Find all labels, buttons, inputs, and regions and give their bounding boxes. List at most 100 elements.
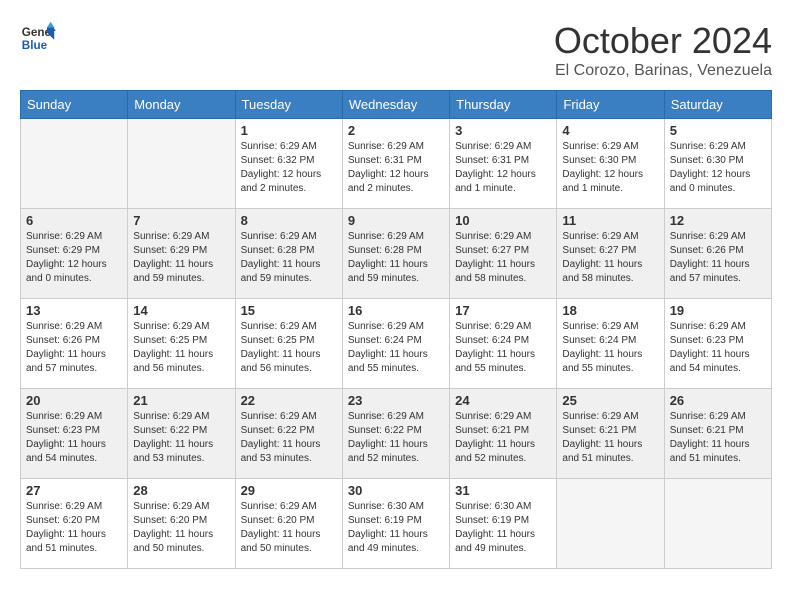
day-detail: Sunrise: 6:29 AM Sunset: 6:22 PM Dayligh… (241, 410, 337, 466)
calendar-cell (128, 119, 235, 209)
day-number: 23 (348, 393, 444, 408)
calendar-cell: 14 Sunrise: 6:29 AM Sunset: 6:25 PM Dayli… (128, 299, 235, 389)
day-detail: Sunrise: 6:29 AM Sunset: 6:26 PM Dayligh… (26, 320, 122, 376)
calendar-cell: 27Sunrise: 6:29 AM Sunset: 6:20 PM Dayli… (21, 479, 128, 569)
calendar-cell: 6Sunrise: 6:29 AM Sunset: 6:29 PM Daylig… (21, 209, 128, 299)
day-number: 9 (348, 213, 444, 228)
calendar-week-row: 20Sunrise: 6:29 AM Sunset: 6:23 PM Dayli… (21, 389, 772, 479)
col-header-wednesday: Wednesday (342, 91, 449, 119)
day-number: 3 (455, 123, 551, 138)
day-detail: Sunrise: 6:29 AM Sunset: 6:30 PM Dayligh… (562, 140, 658, 196)
calendar-cell: 28 Sunrise: 6:29 AM Sunset: 6:20 PM Dayli… (128, 479, 235, 569)
day-detail: Sunrise: 6:29 AM Sunset: 6:31 PM Dayligh… (348, 140, 444, 196)
day-number: 14 (133, 303, 229, 318)
calendar-cell: 1 Sunrise: 6:29 AM Sunset: 6:32 PM Daylig… (235, 119, 342, 209)
day-number: 10 (455, 213, 551, 228)
calendar-cell: 30 Sunrise: 6:30 AM Sunset: 6:19 PM Dayli… (342, 479, 449, 569)
calendar-cell: 4 Sunrise: 6:29 AM Sunset: 6:30 PM Daylig… (557, 119, 664, 209)
day-number: 24 (455, 393, 551, 408)
calendar-week-row: 27Sunrise: 6:29 AM Sunset: 6:20 PM Dayli… (21, 479, 772, 569)
col-header-sunday: Sunday (21, 91, 128, 119)
day-detail: Sunrise: 6:29 AM Sunset: 6:31 PM Dayligh… (455, 140, 551, 196)
day-detail: Sunrise: 6:29 AM Sunset: 6:20 PM Dayligh… (26, 500, 122, 556)
calendar-cell: 2 Sunrise: 6:29 AM Sunset: 6:31 PM Daylig… (342, 119, 449, 209)
day-number: 25 (562, 393, 658, 408)
day-detail: Sunrise: 6:29 AM Sunset: 6:32 PM Dayligh… (241, 140, 337, 196)
day-number: 1 (241, 123, 337, 138)
col-header-tuesday: Tuesday (235, 91, 342, 119)
day-detail: Sunrise: 6:29 AM Sunset: 6:29 PM Dayligh… (26, 230, 122, 286)
day-number: 22 (241, 393, 337, 408)
calendar-cell: 10 Sunrise: 6:29 AM Sunset: 6:27 PM Dayli… (450, 209, 557, 299)
day-detail: Sunrise: 6:29 AM Sunset: 6:24 PM Dayligh… (562, 320, 658, 376)
calendar-cell: 13 Sunrise: 6:29 AM Sunset: 6:26 PM Dayli… (21, 299, 128, 389)
day-detail: Sunrise: 6:29 AM Sunset: 6:21 PM Dayligh… (670, 410, 766, 466)
day-detail: Sunrise: 6:29 AM Sunset: 6:20 PM Dayligh… (133, 500, 229, 556)
day-number: 2 (348, 123, 444, 138)
calendar-cell: 8 Sunrise: 6:29 AM Sunset: 6:28 PM Daylig… (235, 209, 342, 299)
day-detail: Sunrise: 6:29 AM Sunset: 6:24 PM Dayligh… (348, 320, 444, 376)
calendar-cell: 19Sunrise: 6:29 AM Sunset: 6:23 PM Dayli… (664, 299, 771, 389)
day-number: 5 (670, 123, 766, 138)
day-number: 4 (562, 123, 658, 138)
day-number: 31 (455, 483, 551, 498)
calendar-week-row: 6Sunrise: 6:29 AM Sunset: 6:29 PM Daylig… (21, 209, 772, 299)
day-number: 21 (133, 393, 229, 408)
day-number: 17 (455, 303, 551, 318)
day-detail: Sunrise: 6:29 AM Sunset: 6:29 PM Dayligh… (133, 230, 229, 286)
calendar-week-row: 1 Sunrise: 6:29 AM Sunset: 6:32 PM Daylig… (21, 119, 772, 209)
calendar-cell: 7Sunrise: 6:29 AM Sunset: 6:29 PM Daylig… (128, 209, 235, 299)
calendar-table: SundayMondayTuesdayWednesdayThursdayFrid… (20, 90, 772, 569)
calendar-cell: 12 Sunrise: 6:29 AM Sunset: 6:26 PM Dayli… (664, 209, 771, 299)
month-title: October 2024 (554, 20, 772, 62)
day-number: 26 (670, 393, 766, 408)
calendar-cell: 31Sunrise: 6:30 AM Sunset: 6:19 PM Dayli… (450, 479, 557, 569)
day-detail: Sunrise: 6:29 AM Sunset: 6:25 PM Dayligh… (133, 320, 229, 376)
day-detail: Sunrise: 6:29 AM Sunset: 6:25 PM Dayligh… (241, 320, 337, 376)
day-detail: Sunrise: 6:29 AM Sunset: 6:30 PM Dayligh… (670, 140, 766, 196)
calendar-cell: 9 Sunrise: 6:29 AM Sunset: 6:28 PM Daylig… (342, 209, 449, 299)
calendar-cell: 20Sunrise: 6:29 AM Sunset: 6:23 PM Dayli… (21, 389, 128, 479)
day-detail: Sunrise: 6:29 AM Sunset: 6:24 PM Dayligh… (455, 320, 551, 376)
calendar-cell: 25Sunrise: 6:29 AM Sunset: 6:21 PM Dayli… (557, 389, 664, 479)
day-detail: Sunrise: 6:29 AM Sunset: 6:22 PM Dayligh… (348, 410, 444, 466)
calendar-cell: 11Sunrise: 6:29 AM Sunset: 6:27 PM Dayli… (557, 209, 664, 299)
calendar-cell: 3 Sunrise: 6:29 AM Sunset: 6:31 PM Daylig… (450, 119, 557, 209)
calendar-cell: 15 Sunrise: 6:29 AM Sunset: 6:25 PM Dayli… (235, 299, 342, 389)
day-number: 12 (670, 213, 766, 228)
day-number: 15 (241, 303, 337, 318)
logo-icon: General Blue (20, 20, 56, 56)
page-header: General Blue October 2024 El Corozo, Bar… (20, 20, 772, 80)
day-number: 18 (562, 303, 658, 318)
calendar-cell (21, 119, 128, 209)
day-number: 20 (26, 393, 122, 408)
day-detail: Sunrise: 6:29 AM Sunset: 6:23 PM Dayligh… (670, 320, 766, 376)
calendar-cell: 24 Sunrise: 6:29 AM Sunset: 6:21 PM Dayli… (450, 389, 557, 479)
col-header-thursday: Thursday (450, 91, 557, 119)
svg-text:Blue: Blue (22, 39, 48, 52)
day-detail: Sunrise: 6:29 AM Sunset: 6:20 PM Dayligh… (241, 500, 337, 556)
logo: General Blue (20, 20, 56, 56)
day-detail: Sunrise: 6:29 AM Sunset: 6:27 PM Dayligh… (562, 230, 658, 286)
day-detail: Sunrise: 6:29 AM Sunset: 6:26 PM Dayligh… (670, 230, 766, 286)
day-number: 16 (348, 303, 444, 318)
day-number: 28 (133, 483, 229, 498)
location-subtitle: El Corozo, Barinas, Venezuela (554, 62, 772, 80)
calendar-cell: 21Sunrise: 6:29 AM Sunset: 6:22 PM Dayli… (128, 389, 235, 479)
day-number: 8 (241, 213, 337, 228)
calendar-cell (664, 479, 771, 569)
day-detail: Sunrise: 6:29 AM Sunset: 6:28 PM Dayligh… (241, 230, 337, 286)
calendar-cell: 23 Sunrise: 6:29 AM Sunset: 6:22 PM Dayli… (342, 389, 449, 479)
day-detail: Sunrise: 6:29 AM Sunset: 6:21 PM Dayligh… (455, 410, 551, 466)
day-detail: Sunrise: 6:30 AM Sunset: 6:19 PM Dayligh… (348, 500, 444, 556)
calendar-cell (557, 479, 664, 569)
day-number: 13 (26, 303, 122, 318)
day-number: 29 (241, 483, 337, 498)
day-detail: Sunrise: 6:29 AM Sunset: 6:28 PM Dayligh… (348, 230, 444, 286)
calendar-cell: 26 Sunrise: 6:29 AM Sunset: 6:21 PM Dayli… (664, 389, 771, 479)
calendar-cell: 16 Sunrise: 6:29 AM Sunset: 6:24 PM Dayli… (342, 299, 449, 389)
day-detail: Sunrise: 6:29 AM Sunset: 6:27 PM Dayligh… (455, 230, 551, 286)
day-number: 30 (348, 483, 444, 498)
calendar-cell: 29 Sunrise: 6:29 AM Sunset: 6:20 PM Dayli… (235, 479, 342, 569)
calendar-header-row: SundayMondayTuesdayWednesdayThursdayFrid… (21, 91, 772, 119)
